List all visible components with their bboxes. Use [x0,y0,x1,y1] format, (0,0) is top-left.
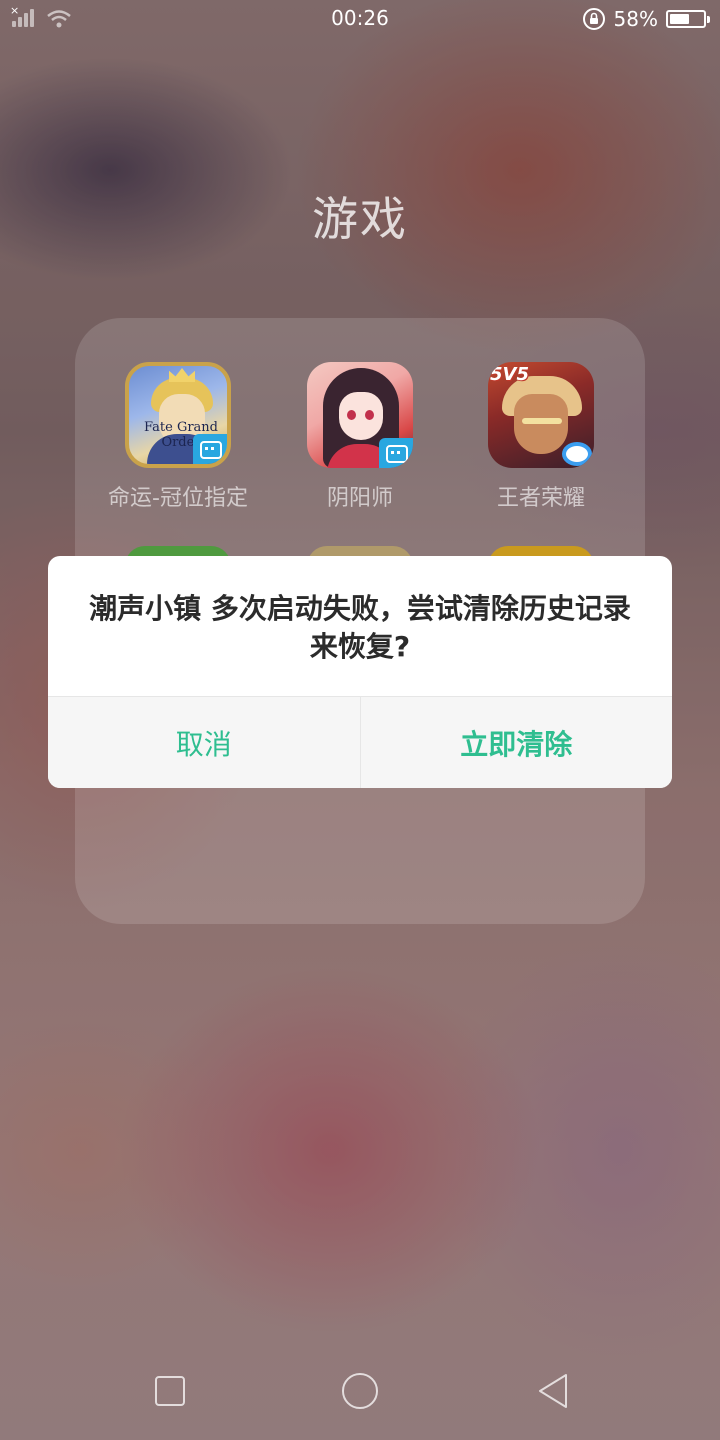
recent-apps-icon[interactable] [155,1376,185,1406]
clear-history-dialog: 潮声小镇 多次启动失败，尝试清除历史记录来恢复? 取消 立即清除 [48,556,672,788]
clear-now-button[interactable]: 立即清除 [359,697,673,788]
battery-fill [670,14,689,24]
app-label: 阴阳师 [326,486,393,511]
back-icon[interactable] [536,1372,570,1410]
bilibili-badge-icon [193,434,227,464]
app-label: 王者荣耀 [496,486,585,511]
battery-percent: 58% [613,7,658,31]
home-icon[interactable] [342,1373,378,1409]
5v5-logo-text: 5V5 [490,364,529,385]
navigation-bar [0,1370,720,1410]
fate-grand-order-icon[interactable]: Fate Grand Order [125,362,231,468]
app-honor-of-kings[interactable]: 5V5 王者荣耀 [451,362,631,512]
folder-title[interactable]: 游戏 [0,183,720,249]
app-onmyoji[interactable]: 阴阳师 [270,362,450,512]
cancel-button[interactable]: 取消 [48,697,360,788]
battery-icon [666,10,710,28]
status-right: 58% [582,6,710,32]
app-fate-grand-order[interactable]: Fate Grand Order 命运-冠位指定 [88,362,268,512]
tencent-games-badge-icon [562,442,592,466]
dialog-actions: 取消 立即清除 [48,696,672,788]
app-label: 命运-冠位指定 [108,486,248,511]
bilibili-badge-icon [379,438,413,468]
honor-of-kings-icon[interactable]: 5V5 [488,362,594,468]
dialog-message: 潮声小镇 多次启动失败，尝试清除历史记录来恢复? [89,592,631,663]
status-bar: × 00:26 58% [0,0,720,38]
rotation-lock-icon [582,8,605,30]
onmyoji-icon[interactable] [307,362,413,468]
